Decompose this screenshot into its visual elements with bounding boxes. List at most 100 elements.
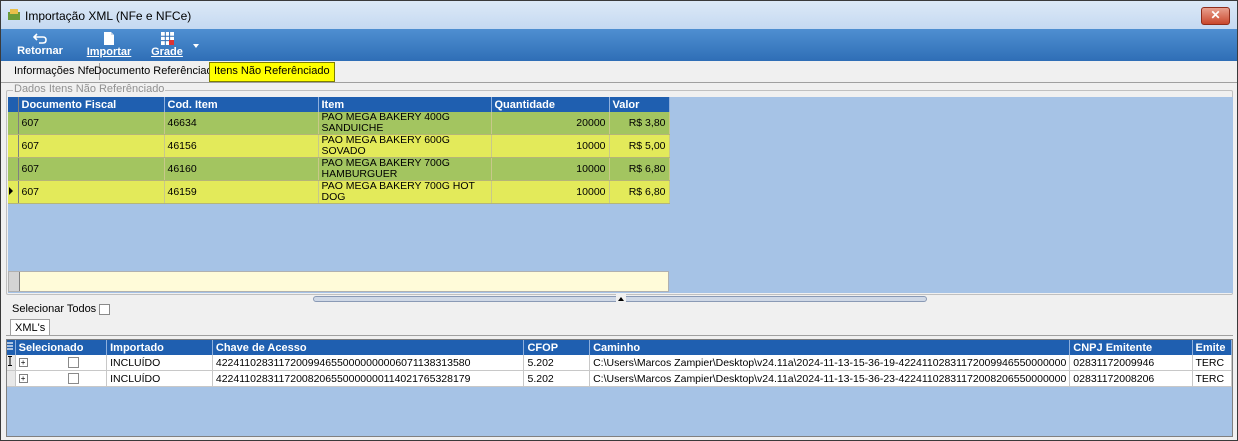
cell-item[interactable]: PAO MEGA BAKERY 600G SOVADO — [318, 134, 492, 158]
cell-cnpj[interactable]: 02831172008206 — [1069, 370, 1193, 387]
splitter-up-arrow-icon[interactable] — [616, 294, 626, 304]
cell-importado[interactable]: INCLUÍDO — [106, 355, 213, 371]
row-indicator[interactable] — [8, 134, 19, 158]
cell-caminho[interactable]: C:\Users\Marcos Zampier\Desktop\v24.11a\… — [589, 355, 1071, 371]
app-icon — [8, 9, 20, 20]
grade-label: Grade — [151, 46, 183, 58]
col-selecionado[interactable]: Selecionado — [15, 340, 108, 355]
cell-qtd[interactable]: 10000 — [491, 157, 610, 181]
tab-divider — [6, 335, 1233, 336]
importar-label: Importar — [86, 46, 132, 58]
title-bar: Importação XML (NFe e NFCe) ✕ — [1, 1, 1237, 30]
col-cfop[interactable]: CFOP — [523, 340, 591, 355]
cell-importado[interactable]: INCLUÍDO — [106, 370, 213, 387]
cell-valor[interactable]: R$ 6,80 — [609, 157, 670, 181]
cell-selecionado[interactable]: + — [15, 355, 108, 371]
cell-doc[interactable]: 607 — [18, 180, 165, 204]
close-button[interactable]: ✕ — [1201, 7, 1230, 25]
table-row[interactable]: 607 46156 PAO MEGA BAKERY 600G SOVADO 10… — [8, 134, 670, 158]
grade-dropdown-icon[interactable] — [193, 44, 199, 48]
col-valor[interactable]: Valor — [609, 97, 670, 112]
row-checkbox[interactable] — [67, 357, 79, 369]
selecionar-todos-checkbox[interactable] — [99, 303, 111, 315]
toolbar: Retornar Importar Grade — [1, 29, 1237, 61]
table-row[interactable]: 607 46159 PAO MEGA BAKERY 700G HOT DOG 1… — [8, 180, 670, 204]
cell-cod[interactable]: 46160 — [164, 157, 319, 181]
cell-caminho[interactable]: C:\Users\Marcos Zampier\Desktop\v24.11a\… — [589, 370, 1071, 387]
cell-doc[interactable]: 607 — [18, 112, 165, 135]
cell-qtd[interactable]: 10000 — [491, 134, 610, 158]
retornar-button[interactable]: Retornar — [14, 29, 66, 61]
col-cod-item[interactable]: Cod. Item — [164, 97, 319, 112]
cell-cod[interactable]: 46156 — [164, 134, 319, 158]
row-pointer-icon — [9, 187, 13, 195]
cell-valor[interactable]: R$ 6,80 — [609, 180, 670, 204]
cell-valor[interactable]: R$ 5,00 — [609, 134, 670, 158]
itens-panel: Dados Itens Não Referênciado Documento F… — [1, 83, 1237, 295]
cell-emitente[interactable]: TERC — [1192, 370, 1232, 387]
panel-splitter[interactable] — [313, 294, 927, 304]
xmls-grid-container: Selecionado Importado Chave de Acesso CF… — [6, 339, 1233, 437]
itens-footer-row — [8, 271, 669, 292]
row-indicator[interactable] — [8, 112, 19, 135]
cell-cfop[interactable]: 5.202 — [523, 370, 591, 387]
tab-itens-nao-referenciado[interactable]: Itens Não Referênciado — [209, 62, 335, 82]
tab-xmls[interactable]: XML's — [10, 319, 51, 336]
selecionar-todos-label: Selecionar Todos — [12, 303, 97, 315]
text-cursor-icon — [8, 356, 12, 366]
cell-item[interactable]: PAO MEGA BAKERY 700G HOT DOG — [318, 180, 492, 204]
column-chooser-icon[interactable] — [7, 340, 16, 355]
grid-icon — [160, 32, 174, 45]
current-row-indicator[interactable] — [8, 180, 19, 204]
importar-button[interactable]: Importar — [84, 29, 134, 61]
cell-valor[interactable]: R$ 3,80 — [609, 112, 670, 135]
itens-header-row: Documento Fiscal Cod. Item Item Quantida… — [8, 97, 670, 112]
cell-doc[interactable]: 607 — [18, 157, 165, 181]
cell-cfop[interactable]: 5.202 — [523, 355, 591, 371]
cell-selecionado[interactable]: + — [15, 370, 108, 387]
col-item[interactable]: Item — [318, 97, 492, 112]
tab-informacoes-nfe[interactable]: Informações Nfe — [10, 63, 100, 80]
row-indicator[interactable] — [7, 370, 16, 387]
cell-qtd[interactable]: 20000 — [491, 112, 610, 135]
current-row-indicator[interactable] — [7, 355, 16, 371]
xmls-header-row: Selecionado Importado Chave de Acesso CF… — [7, 340, 1232, 355]
tab-documento-referenciado[interactable]: Documento Referênciado — [90, 63, 224, 80]
retornar-label: Retornar — [17, 45, 63, 57]
group-caption: Dados Itens Não Referênciado — [13, 83, 166, 95]
cell-item[interactable]: PAO MEGA BAKERY 700G HAMBURGUER — [318, 157, 492, 181]
import-xml-window: Importação XML (NFe e NFCe) ✕ Retornar I… — [0, 0, 1238, 441]
row-checkbox[interactable] — [67, 373, 79, 385]
window-title: Importação XML (NFe e NFCe) — [25, 9, 192, 23]
col-cnpj-emitente[interactable]: CNPJ Emitente — [1069, 340, 1193, 355]
table-row[interactable]: 607 46634 PAO MEGA BAKERY 400G SANDUICHE… — [8, 112, 670, 135]
table-row[interactable]: + INCLUÍDO 42241102831172008206550000000… — [7, 370, 1232, 387]
cell-cnpj[interactable]: 02831172009946 — [1069, 355, 1193, 371]
table-row[interactable]: 607 46160 PAO MEGA BAKERY 700G HAMBURGUE… — [8, 157, 670, 181]
grade-button[interactable]: Grade — [149, 29, 185, 61]
selecionar-todos[interactable]: Selecionar Todos — [12, 303, 111, 315]
document-import-icon — [104, 32, 114, 45]
col-caminho[interactable]: Caminho — [589, 340, 1071, 355]
cell-cod[interactable]: 46634 — [164, 112, 319, 135]
row-indicator[interactable] — [8, 157, 19, 181]
expand-row-icon[interactable]: + — [18, 358, 28, 368]
return-arrow-icon — [33, 33, 47, 44]
cell-cod[interactable]: 46159 — [164, 180, 319, 204]
col-chave-acesso[interactable]: Chave de Acesso — [212, 340, 525, 355]
footer-indicator — [9, 272, 20, 291]
cell-qtd[interactable]: 10000 — [491, 180, 610, 204]
cell-item[interactable]: PAO MEGA BAKERY 400G SANDUICHE — [318, 112, 492, 135]
col-documento-fiscal[interactable]: Documento Fiscal — [18, 97, 165, 112]
cell-chave[interactable]: 4224110283117200994655000000000607113831… — [212, 355, 525, 371]
col-quantidade[interactable]: Quantidade — [491, 97, 610, 112]
tab-strip: Informações Nfe Documento Referênciado I… — [1, 61, 1237, 83]
cell-chave[interactable]: 4224110283117200820655000000011402176532… — [212, 370, 525, 387]
table-row[interactable]: + INCLUÍDO 42241102831172009946550000000… — [7, 355, 1232, 371]
header-indicator — [8, 97, 19, 112]
col-importado[interactable]: Importado — [106, 340, 213, 355]
cell-emitente[interactable]: TERC — [1192, 355, 1232, 371]
col-emitente[interactable]: Emite — [1192, 340, 1232, 355]
expand-row-icon[interactable]: + — [18, 374, 28, 384]
cell-doc[interactable]: 607 — [18, 134, 165, 158]
